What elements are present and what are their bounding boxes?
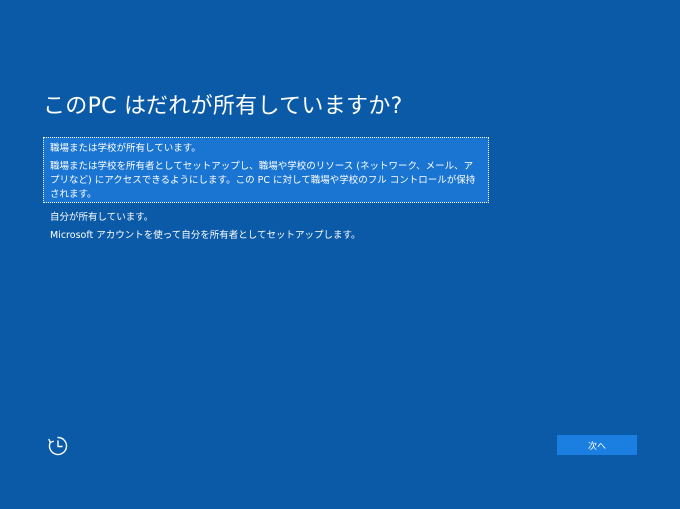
page-title: このPC はだれが所有していますか? <box>43 94 403 119</box>
option-title: 自分が所有しています。 <box>50 212 154 223</box>
option-title: 職場または学校が所有しています。 <box>50 143 201 154</box>
option-work-or-school[interactable]: 職場または学校が所有しています。 職場または学校を所有者としてセットアップし、職… <box>43 137 489 203</box>
ease-of-access-glyph <box>48 436 68 456</box>
next-button[interactable]: 次へ <box>557 435 637 455</box>
option-description: 職場または学校を所有者としてセットアップし、職場や学校のリソース (ネットワーク… <box>50 161 476 200</box>
option-description: Microsoft アカウントを使って自分を所有者としてセットアップします。 <box>50 230 361 241</box>
ease-of-access-icon[interactable] <box>46 434 70 458</box>
option-personal[interactable]: 自分が所有しています。 Microsoft アカウントを使って自分を所有者として… <box>43 206 489 242</box>
